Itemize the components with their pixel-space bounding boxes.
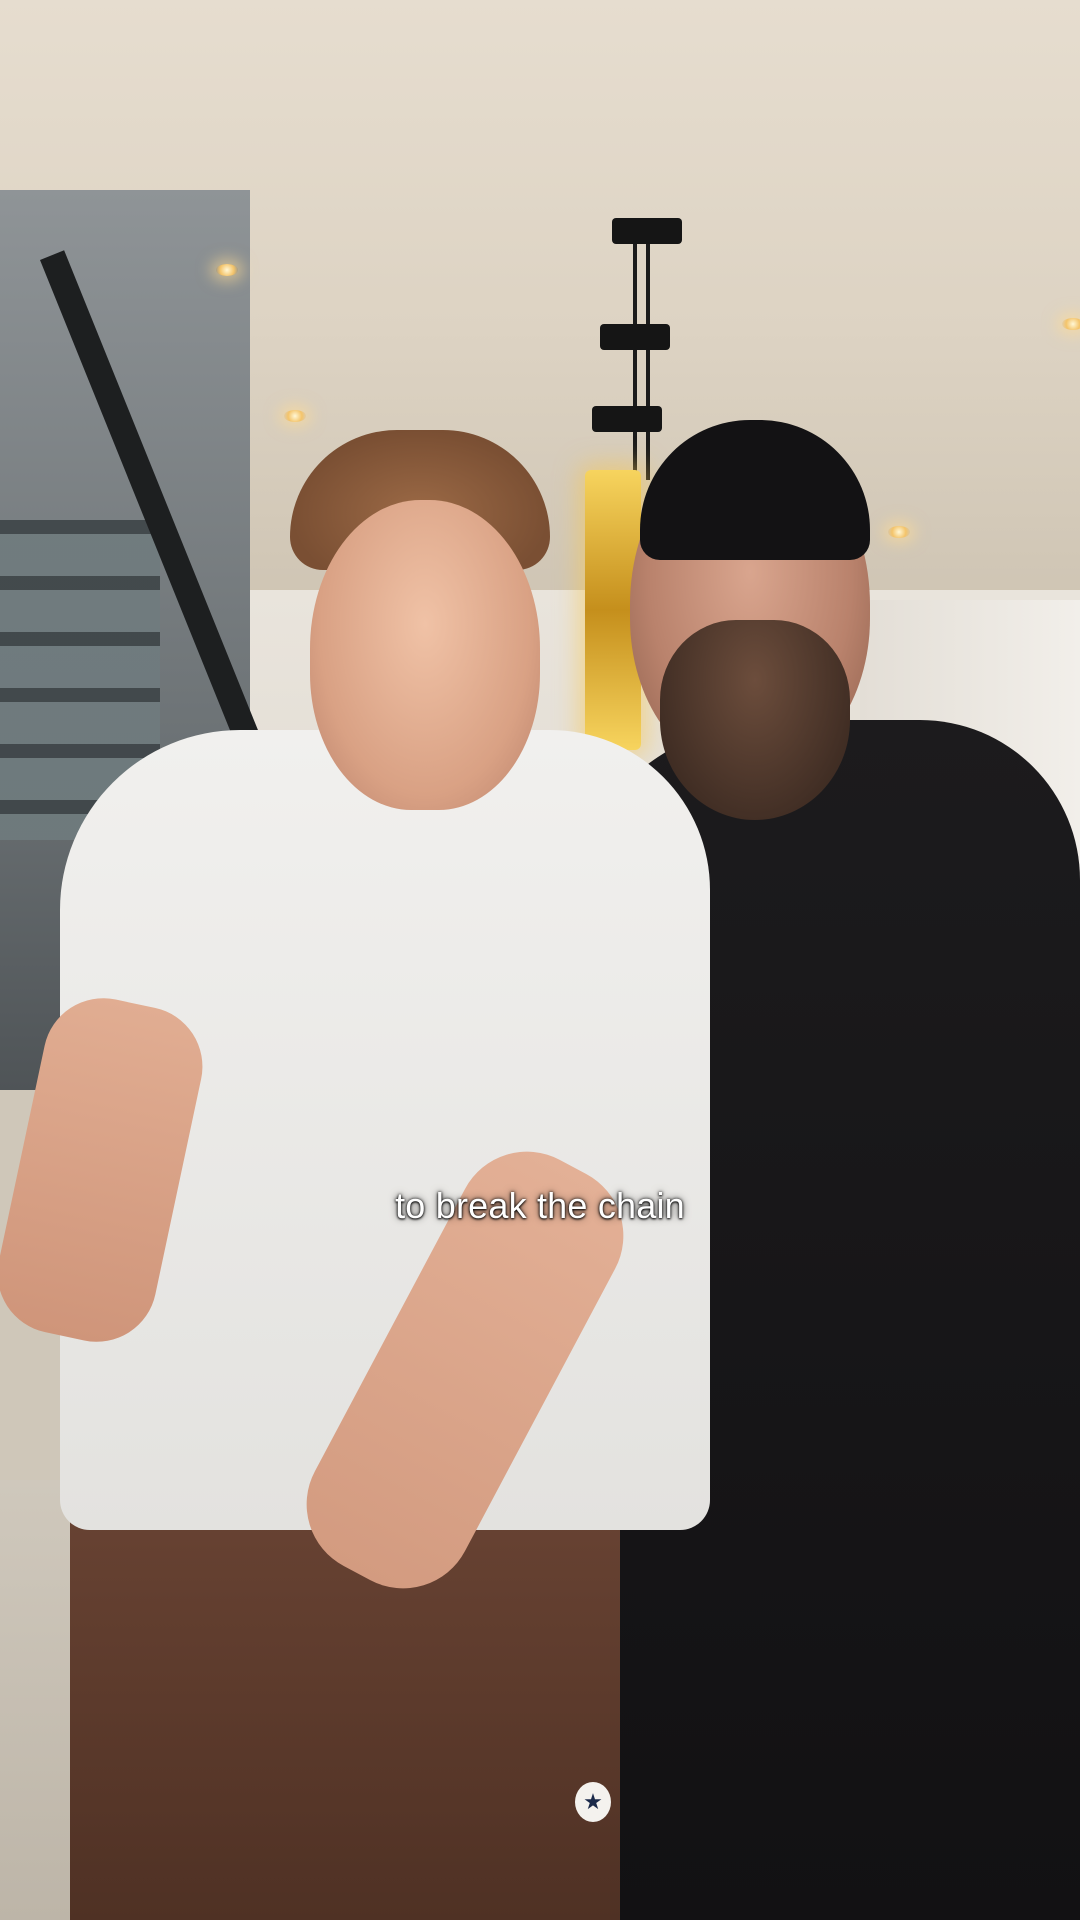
- pendant-disc: [600, 324, 670, 350]
- person-right-beard: [660, 620, 850, 820]
- ceiling-light-icon: [284, 410, 306, 422]
- video-caption: to break the chain: [395, 1185, 685, 1226]
- person-left-face: [310, 500, 540, 810]
- pendant-disc: [592, 406, 662, 432]
- pendant-disc: [612, 218, 682, 244]
- video-frame[interactable]: ★ to break the chain: [0, 0, 1080, 1920]
- converse-star-icon: ★: [575, 1782, 611, 1822]
- ceiling-light-icon: [1062, 318, 1080, 330]
- ceiling-light-icon: [888, 526, 910, 538]
- pendant-rod: [633, 240, 637, 480]
- pendant-rod: [646, 240, 650, 480]
- ceiling-light-icon: [216, 264, 238, 276]
